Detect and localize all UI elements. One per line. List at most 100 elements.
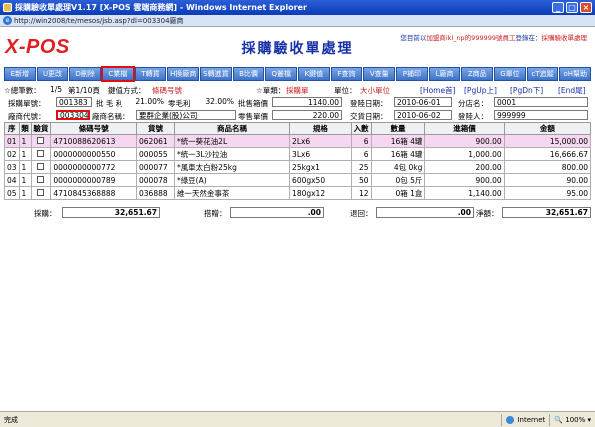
- toolbar-button-vendor[interactable]: H換廠商: [167, 67, 200, 81]
- cell-inspect[interactable]: [30, 160, 52, 174]
- inspect-checkbox[interactable]: [37, 149, 45, 157]
- branch-field[interactable]: 0001: [494, 97, 588, 107]
- table-row[interactable]: 02 1 0000000000550 000055 *統一3L沙拉油 3Lx6 …: [4, 147, 592, 161]
- toolbar-button-trace[interactable]: cT追蹤: [526, 67, 559, 81]
- info-line: ☆總筆數： 1/5 第1/10頁 鍵值方式： 條碼号號 ☆單類： 採購單 單位：…: [4, 85, 591, 95]
- cell-qty[interactable]: 0包 5斤: [370, 173, 426, 187]
- toolbar-button-new[interactable]: E新增: [4, 67, 36, 81]
- col-price: 進箱價: [424, 122, 505, 135]
- inspect-checkbox[interactable]: [37, 188, 45, 196]
- toolbar-button-edit[interactable]: U更改: [36, 67, 69, 81]
- cell-price[interactable]: 1,140.00: [424, 186, 505, 200]
- login-date-label: 登陸日期：: [350, 99, 388, 108]
- cell-inspect[interactable]: [30, 173, 52, 187]
- toolbar-button-zitem[interactable]: Z商品: [461, 67, 494, 81]
- box-price-field[interactable]: 1140.00: [272, 97, 342, 107]
- qty-minor[interactable]: 4罐: [410, 137, 422, 146]
- toolbar-button-help[interactable]: oH幫助: [559, 67, 592, 81]
- toolbar-button-gunit[interactable]: G單位: [494, 67, 526, 81]
- cell-price[interactable]: 900.00: [424, 134, 505, 148]
- discount-total-label: 搭贈：: [204, 209, 227, 218]
- toolbar-button-qfile[interactable]: Q叢檔: [265, 67, 298, 81]
- toolbar-button-query[interactable]: F查詢: [330, 67, 363, 81]
- cell-qty[interactable]: 4包 0kg: [370, 160, 426, 174]
- net-total-label: 淨額：: [476, 209, 499, 218]
- qty-minor[interactable]: 0kg: [409, 163, 423, 172]
- maximize-button[interactable]: □: [566, 2, 578, 13]
- qty-minor[interactable]: 4罐: [410, 150, 422, 159]
- table-row[interactable]: 04 1 0000000000789 000078 *綠豆(A) 600gx50…: [4, 173, 592, 187]
- toolbar-button-lvendor[interactable]: L廠商: [428, 67, 461, 81]
- po-no-field[interactable]: 001383: [56, 97, 92, 107]
- trade-date-field[interactable]: 2010-06-02: [394, 110, 452, 120]
- cell-name: *綠豆(A): [173, 173, 291, 187]
- qty-major[interactable]: 0包: [380, 175, 407, 186]
- user-line-c: 登錄在：: [515, 34, 542, 42]
- qty-minor[interactable]: 1盒: [410, 189, 422, 198]
- table-row[interactable]: 03 1 0000000000772 000077 *風車太白粉25kg 25k…: [4, 160, 592, 174]
- cell-qty[interactable]: 16箱 4罐: [370, 134, 426, 148]
- zoom-control[interactable]: 🔍 100% ▾: [549, 413, 595, 426]
- col-pack: 入數: [350, 122, 372, 135]
- cell-seq: 02: [4, 147, 20, 161]
- qty-minor[interactable]: 5斤: [410, 176, 422, 185]
- cell-inspect[interactable]: [30, 147, 52, 161]
- cell-inspect[interactable]: [30, 134, 52, 148]
- qty-major[interactable]: 16箱: [380, 149, 408, 160]
- cell-qty[interactable]: 0箱 1盒: [370, 186, 426, 200]
- qty-major[interactable]: 0箱: [380, 188, 407, 199]
- login-user-field[interactable]: 999999: [494, 110, 588, 120]
- address-url[interactable]: http://win2008/te/mesos/jsb.asp?dl=00330…: [14, 16, 184, 26]
- toolbar-button-qty[interactable]: V查量: [363, 67, 396, 81]
- total-label: ☆總筆數：: [4, 86, 41, 95]
- cell-spec: 3Lx6: [289, 147, 352, 161]
- purchase-total-label: 採購：: [34, 209, 57, 218]
- cell-price[interactable]: 1,000.00: [424, 147, 505, 161]
- col-seq: 序: [4, 122, 20, 135]
- toolbar-button-post[interactable]: T轉貨: [134, 67, 167, 81]
- table-row[interactable]: 05 1 4710845368888 036888 維一天然金事茶 180gx1…: [4, 186, 592, 200]
- nav-home-link[interactable]: [Home首]: [420, 85, 456, 96]
- minimize-button[interactable]: _: [552, 2, 564, 13]
- table-row[interactable]: 01 1 4710088620613 062061 *統一葵花油2L 2Lx6 …: [4, 134, 592, 148]
- vendor-name-label: 廠商名稱：: [92, 112, 130, 121]
- app-header: X-POS 採購驗收單處理 您目前以加盟商ikl_np的999999號員工登錄在…: [0, 28, 595, 64]
- cell-price[interactable]: 200.00: [424, 160, 505, 174]
- toolbar-button-print[interactable]: P補印: [396, 67, 428, 81]
- nav-pgup-link[interactable]: [PgUp上]: [464, 85, 497, 96]
- vendor-code-field[interactable]: 003304: [56, 110, 90, 120]
- nav-end-link[interactable]: [End尾]: [558, 85, 586, 96]
- qty-major[interactable]: 16箱: [380, 136, 408, 147]
- mode-label: ☆單類：: [256, 86, 286, 95]
- toolbar-button-find[interactable]: C業檔: [101, 66, 135, 82]
- cell-spec: 2Lx6: [289, 134, 352, 148]
- retail-price-field[interactable]: 220.00: [272, 110, 342, 120]
- mode-value[interactable]: 採購單: [286, 85, 309, 96]
- vendor-name-field[interactable]: 要群企業(股)公司: [136, 110, 236, 120]
- toolbar-button-transfer[interactable]: S轉進貨: [200, 67, 232, 81]
- qty-major[interactable]: 4包: [378, 162, 406, 173]
- toolbar-button-keyin[interactable]: K鍵值: [298, 67, 330, 81]
- login-date-field[interactable]: 2010-06-01: [394, 97, 452, 107]
- col-amount: 金額: [503, 122, 592, 135]
- keymode-value[interactable]: 條碼号號: [152, 85, 182, 96]
- cell-amount: 800.00: [503, 160, 592, 174]
- unit-value[interactable]: 大小單位: [360, 85, 390, 96]
- cell-qty[interactable]: 16箱 4罐: [370, 147, 426, 161]
- zoom-text[interactable]: 100%: [565, 416, 585, 424]
- cell-inspect[interactable]: [30, 186, 52, 200]
- address-bar[interactable]: e http://win2008/te/mesos/jsb.asp?dl=003…: [0, 15, 595, 27]
- nav-pgdn-link[interactable]: [PgDn下]: [510, 85, 543, 96]
- cell-class: 1: [18, 147, 32, 161]
- toolbar-button-bprice[interactable]: B比價: [232, 67, 265, 81]
- inspect-checkbox[interactable]: [37, 175, 45, 183]
- toolbar-button-delete[interactable]: D刪除: [69, 67, 102, 81]
- cell-price[interactable]: 900.00: [424, 173, 505, 187]
- margin-label: 批 毛 利: [96, 99, 124, 108]
- inspect-checkbox[interactable]: [37, 136, 45, 144]
- toolbar: E新增 U更改 D刪除 C業檔 T轉貨 H換廠商 S轉進貨 B比價 Q叢檔 K鍵…: [4, 66, 592, 82]
- inspect-checkbox[interactable]: [37, 162, 45, 170]
- close-button[interactable]: ×: [580, 2, 592, 13]
- app-icon: [3, 3, 12, 12]
- cell-amount: 15,000.00: [503, 134, 592, 148]
